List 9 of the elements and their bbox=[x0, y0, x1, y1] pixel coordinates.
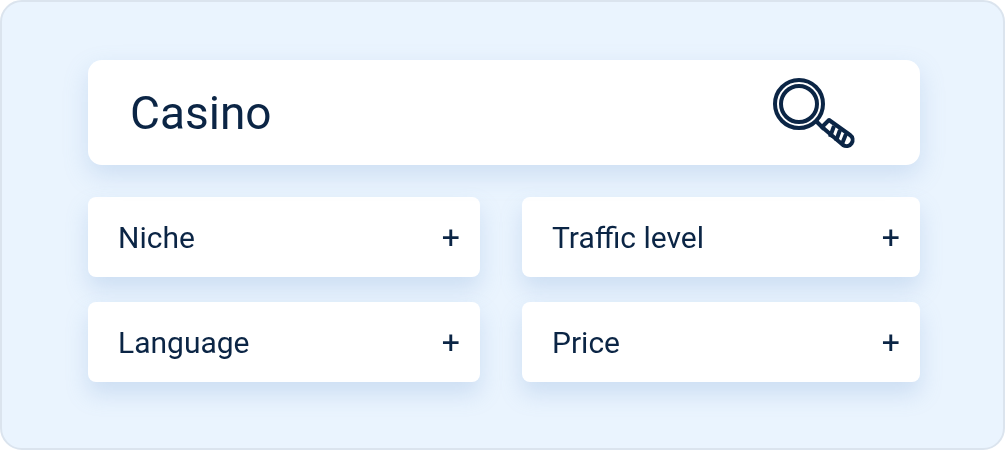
search-field[interactable]: Casino bbox=[88, 60, 920, 165]
plus-icon: + bbox=[881, 323, 900, 361]
plus-icon: + bbox=[441, 218, 460, 256]
filter-button[interactable]: Traffic level + bbox=[522, 197, 920, 277]
plus-icon: + bbox=[441, 323, 460, 361]
plus-icon: + bbox=[881, 218, 900, 256]
filter-button[interactable]: Niche + bbox=[88, 197, 480, 277]
filter-button[interactable]: Language + bbox=[88, 302, 480, 382]
filter-button[interactable]: Price + bbox=[522, 302, 920, 382]
